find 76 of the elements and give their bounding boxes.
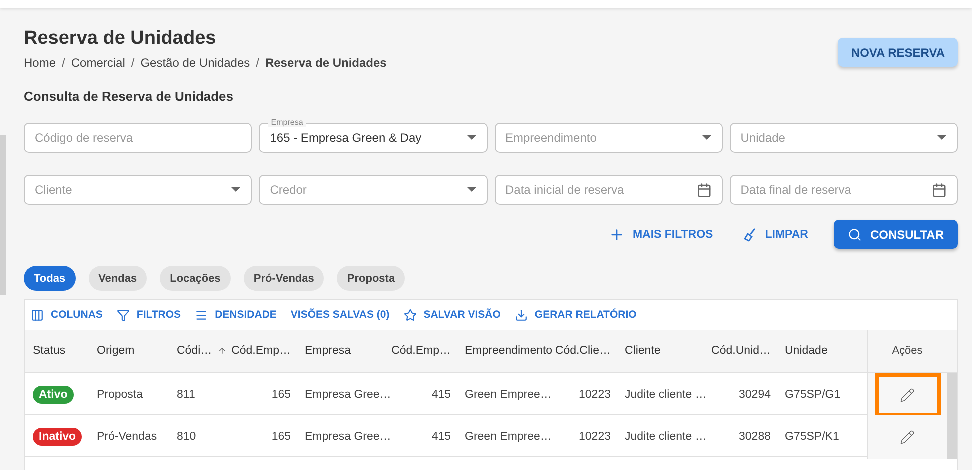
column-header[interactable]: Códi… [169, 330, 233, 372]
table-cell-text: Pró-Vendas [96, 430, 158, 445]
plus-icon [608, 226, 625, 242]
table-cell-text: 165 [270, 388, 292, 403]
column-header: Ações [867, 330, 947, 372]
column-header[interactable]: Cód.Emp… [393, 330, 457, 372]
lines-icon [195, 308, 208, 322]
toolbar-button[interactable]: COLUNAS [31, 308, 103, 322]
column-header[interactable]: Origem [89, 330, 169, 372]
download-icon [514, 308, 528, 322]
table-cell-text: 10223 [578, 430, 612, 445]
table-cell-text: G75SP/K1 [784, 430, 840, 445]
table-cell-text: 10223 [578, 388, 612, 403]
broom-icon [743, 228, 758, 242]
toolbar-button[interactable]: FILTROS [116, 308, 182, 322]
calendar-icon [696, 182, 712, 198]
caret-icon [466, 135, 476, 141]
pencil-icon [900, 388, 915, 402]
caret-icon [231, 187, 242, 193]
column-header[interactable]: Cód.Clie… [553, 330, 617, 372]
toolbar-button[interactable]: VISÕES SALVAS (0) [290, 309, 390, 321]
breadcrumb-item[interactable]: Home [24, 56, 56, 70]
calendar-icon [932, 182, 947, 198]
search-button[interactable]: CONSULTAR [834, 220, 958, 249]
page-title: Reserva de Unidades [24, 28, 218, 50]
table-cell-text: Proposta [96, 388, 144, 403]
breadcrumb-separator: / [62, 56, 66, 70]
breadcrumb-separator: / [131, 56, 135, 70]
table-cell-text: Empresa Gree… [304, 430, 392, 445]
column-header[interactable]: Cód.Emp… [233, 330, 297, 372]
column-header[interactable]: Empresa [297, 330, 393, 372]
filter-chip[interactable]: Locações [160, 266, 231, 291]
pencil-icon [900, 430, 915, 444]
filter-chip[interactable]: Proposta [337, 266, 406, 291]
table-cell-text: Green Empree… [464, 430, 553, 445]
table-cell-text: 810 [176, 430, 198, 445]
breadcrumb-item[interactable]: Comercial [71, 56, 126, 70]
breadcrumb-item[interactable]: Gestão de Unidades [140, 56, 250, 70]
column-header[interactable]: Cód.Unid… [713, 330, 777, 372]
status-badge: Inativo [33, 428, 82, 446]
table-cell-text: Empresa Gree… [304, 388, 392, 403]
table-cell-text: 415 [430, 430, 452, 445]
column-header[interactable]: Cliente [617, 330, 713, 372]
toolbar-button[interactable]: GERAR RELATÓRIO [514, 308, 637, 322]
filter-chip[interactable]: Vendas [88, 266, 148, 291]
breadcrumb-item: Reserva de Unidades [265, 56, 387, 70]
column-header[interactable]: Status [25, 330, 89, 372]
table-cell-text: 30294 [738, 388, 772, 403]
table-cell-text: 165 [270, 430, 292, 445]
search-icon [848, 228, 862, 242]
breadcrumb-separator: / [256, 56, 260, 70]
field-label: Empresa [268, 118, 306, 127]
table-cell-text: Judite cliente … [624, 388, 708, 403]
column-header[interactable]: Empreendimento [457, 330, 553, 372]
column-header[interactable]: Unidade [777, 330, 867, 372]
toolbar-button[interactable]: SALVAR VISÃO [404, 308, 501, 322]
table-cell-text: 811 [176, 388, 196, 403]
table-cell-text: 30288 [738, 430, 772, 445]
table-cell-text: G75SP/G1 [784, 388, 842, 403]
section-title: Consulta de Reserva de Unidades [24, 89, 235, 104]
filter-chip[interactable]: Todas [24, 266, 76, 291]
toolbar-button[interactable]: DENSIDADE [195, 308, 277, 322]
caret-icon [466, 187, 476, 193]
more-filters-button[interactable]: MAIS FILTROS [608, 226, 714, 242]
status-badge: Ativo [33, 386, 74, 404]
table-cell-text: 415 [430, 388, 452, 403]
caret-icon [937, 135, 947, 141]
columns-icon [31, 308, 44, 322]
filter-chip[interactable]: Pró-Vendas [244, 266, 324, 291]
table-cell-text: Green Empree… [464, 388, 553, 403]
table-cell-text: Judite cliente … [624, 430, 708, 445]
star-icon [404, 308, 417, 322]
clear-button[interactable]: LIMPAR [743, 228, 808, 242]
caret-icon [702, 135, 712, 141]
new-reservation-button[interactable]: NOVA RESERVA [838, 38, 958, 67]
filter-icon [116, 308, 130, 322]
